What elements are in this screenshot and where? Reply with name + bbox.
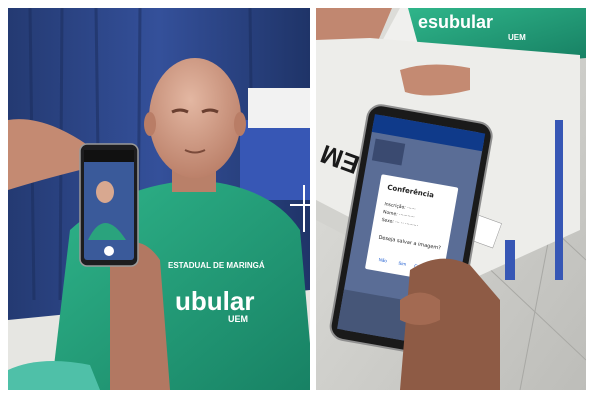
collage-svg: ubular UEM ESTADUAL DE MARINGÁ esubular … — [8, 8, 586, 390]
shirt-sub-text-right: UEM — [508, 33, 526, 42]
chair-leg-2 — [505, 240, 515, 280]
shirt-brand-text-right: esubular — [418, 12, 493, 32]
right-ear — [234, 112, 246, 136]
hand-on-desk — [400, 64, 470, 96]
shutter-icon — [104, 246, 114, 256]
foreground-arm — [8, 361, 100, 390]
shirt-sub-text: UEM — [228, 314, 248, 324]
photo-collage: ubular UEM ESTADUAL DE MARINGÁ esubular … — [0, 0, 592, 398]
bald-head — [149, 58, 241, 178]
chair-leg — [555, 120, 563, 280]
thumb — [400, 292, 440, 325]
left-photo: ubular UEM ESTADUAL DE MARINGÁ — [8, 8, 310, 390]
white-wall — [248, 88, 310, 128]
phone-top-bar — [84, 150, 134, 162]
left-ear — [144, 112, 156, 136]
phone-left — [79, 143, 139, 267]
blue-chair — [240, 120, 310, 200]
right-photo: esubular UEM UEM Conferência Inscrição: … — [316, 8, 586, 390]
preview-head — [96, 181, 114, 203]
shirt-brand-text: ubular — [175, 286, 254, 316]
phone-screen — [84, 150, 134, 260]
shirt-small-text: ESTADUAL DE MARINGÁ — [168, 261, 265, 270]
